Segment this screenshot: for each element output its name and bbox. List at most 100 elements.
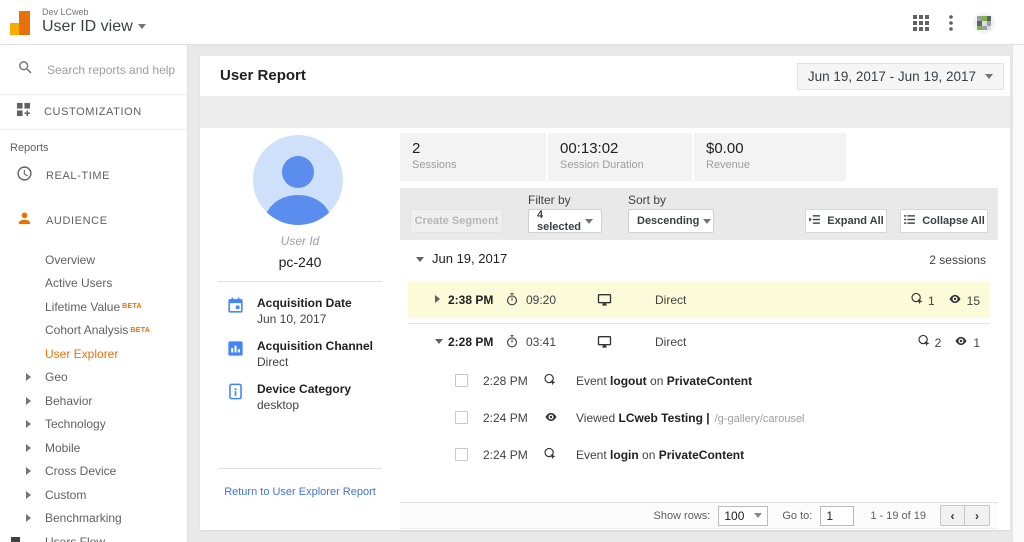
reports-section-label: Reports [10,142,49,154]
stopwatch-icon [505,292,519,312]
goto-page-input[interactable] [820,505,855,526]
sidebar-item-active-users[interactable]: Active Users [0,272,187,296]
sidebar-item-lifetime-value[interactable]: Lifetime Value BETA [0,295,187,319]
pageviews-icon [953,334,969,351]
clock-icon [16,165,33,187]
expand-arrow-icon [26,443,31,452]
sidebar-item-benchmarking[interactable]: Benchmarking [0,507,187,531]
event-icon [543,373,557,392]
sidebar-item-customization[interactable]: CUSTOMIZATION [0,95,187,130]
page-title: User Report [220,67,306,84]
hit-row: 2:24 PM Viewed LCweb Testing |/g-gallery… [408,400,990,436]
pagination-range: 1 - 19 of 19 [870,509,926,522]
page-scrollbar[interactable] [1012,45,1024,542]
events-count: 2 [934,335,942,350]
expand-arrow-icon [26,373,31,382]
acquisition-date-row: Acquisition Date Jun 10, 2017 [226,296,352,327]
collapse-all-icon [903,213,916,229]
goto-label: Go to: [782,509,813,522]
user-avatar[interactable] [972,11,996,40]
collapse-arrow-icon[interactable] [416,257,424,262]
expand-arrow-icon [26,514,31,523]
bar-chart-icon [226,339,245,370]
hit-checkbox[interactable] [455,448,468,461]
hit-row: 2:24 PM Event login on PrivateContent [408,437,990,473]
apps-grid-icon[interactable] [912,14,930,37]
chevron-down-icon [137,24,146,30]
person-icon [16,210,33,232]
sidebar-item-user-explorer[interactable]: User Explorer [0,342,187,366]
sort-dropdown[interactable]: Descending [628,209,714,233]
search-bar[interactable] [0,45,187,95]
sidebar-item-mobile[interactable]: Mobile [0,436,187,460]
session-list: Jun 19, 2017 2 sessions 2:38 PM 09:20 Di… [400,240,998,502]
divider [218,468,382,469]
pageviews-count: 1 [973,335,980,350]
expand-arrow-icon[interactable] [435,295,440,303]
date-group-row[interactable]: Jun 19, 2017 2 sessions [400,248,998,274]
desktop-icon [596,292,613,313]
hit-checkbox[interactable] [455,411,468,424]
expand-arrow-icon [26,420,31,429]
acquisition-channel-row: Acquisition Channel Direct [226,339,373,370]
search-icon [17,59,34,81]
sidebar-item-realtime[interactable]: REAL-TIME [0,158,187,194]
sidebar-item-geo[interactable]: Geo [0,366,187,390]
sidebar-item-cross-device[interactable]: Cross Device [0,460,187,484]
collapse-arrow-icon[interactable] [435,339,443,344]
sidebar-item-behavior[interactable]: Behavior [0,389,187,413]
next-page-button[interactable]: › [965,505,990,526]
group-date: Jun 19, 2017 [432,251,508,266]
pagination-bar: Show rows: 100 Go to: 1 - 19 of 19 ‹ › [400,502,998,529]
sidebar-item-cohort-analysis[interactable]: Cohort Analysis BETA [0,319,187,343]
pageview-icon [543,410,559,429]
pageviews-count: 15 [966,293,980,308]
session-row[interactable]: 2:28 PM 03:41 Direct 2 1 [408,323,990,359]
account-name: Dev LCweb [42,7,89,17]
previous-page-button[interactable]: ‹ [940,505,965,526]
sidebar-item-users-flow[interactable]: Users Flow [0,530,187,542]
stat-sessions: 2 Sessions [400,133,546,181]
sidebar-item-custom[interactable]: Custom [0,483,187,507]
calendar-icon [226,296,245,327]
divider [218,281,382,282]
sort-by-label: Sort by [628,193,667,207]
pageviews-icon [947,292,963,309]
top-app-bar: Dev LCweb User ID view [0,0,1024,45]
chevron-down-icon [754,513,763,518]
session-row[interactable]: 2:38 PM 09:20 Direct 1 15 [408,282,990,318]
collapse-all-button[interactable]: Collapse All [900,209,988,233]
expand-all-icon [808,213,821,229]
chevron-down-icon [585,218,594,224]
sidebar-item-technology[interactable]: Technology [0,413,187,437]
show-rows-label: Show rows: [653,509,711,522]
rows-per-page-select[interactable]: 100 [718,505,769,526]
date-range-selector[interactable]: Jun 19, 2017 - Jun 19, 2017 [796,63,1004,90]
next-section-icon [11,537,20,542]
search-input[interactable] [47,62,177,77]
header-divider-band [200,96,1010,128]
session-panel: 2 Sessions 00:13:02 Session Duration $0.00… [400,128,998,530]
event-icon [543,447,557,466]
filter-dropdown[interactable]: 4 selected [528,209,602,233]
expand-arrow-icon [26,467,31,476]
page-path: /g-gallery/carousel [714,413,805,425]
sidebar-item-audience[interactable]: AUDIENCE [0,203,187,239]
hit-checkbox[interactable] [455,374,468,387]
sidebar-item-overview[interactable]: Overview [0,248,187,272]
user-id-label: User Id [280,234,320,248]
device-category-row: Device Category desktop [226,382,351,413]
session-toolbar: Create Segment Filter by 4 selected Sort… [400,188,998,240]
expand-arrow-icon [26,396,31,405]
analytics-logo-icon [10,10,36,35]
hit-row: 2:28 PM Event logout on PrivateContent [408,363,990,399]
expand-all-button[interactable]: Expand All [805,209,887,233]
user-id-value: pc-240 [278,254,322,270]
create-segment-button[interactable]: Create Segment [410,209,503,233]
stat-session-duration: 00:13:02 Session Duration [548,133,692,181]
view-selector[interactable]: User ID view [42,18,146,36]
sidebar-item-label: REAL-TIME [46,170,111,182]
group-session-count: 2 sessions [929,253,986,267]
return-to-user-explorer-link[interactable]: Return to User Explorer Report [200,486,400,498]
more-vert-icon[interactable] [948,14,954,37]
